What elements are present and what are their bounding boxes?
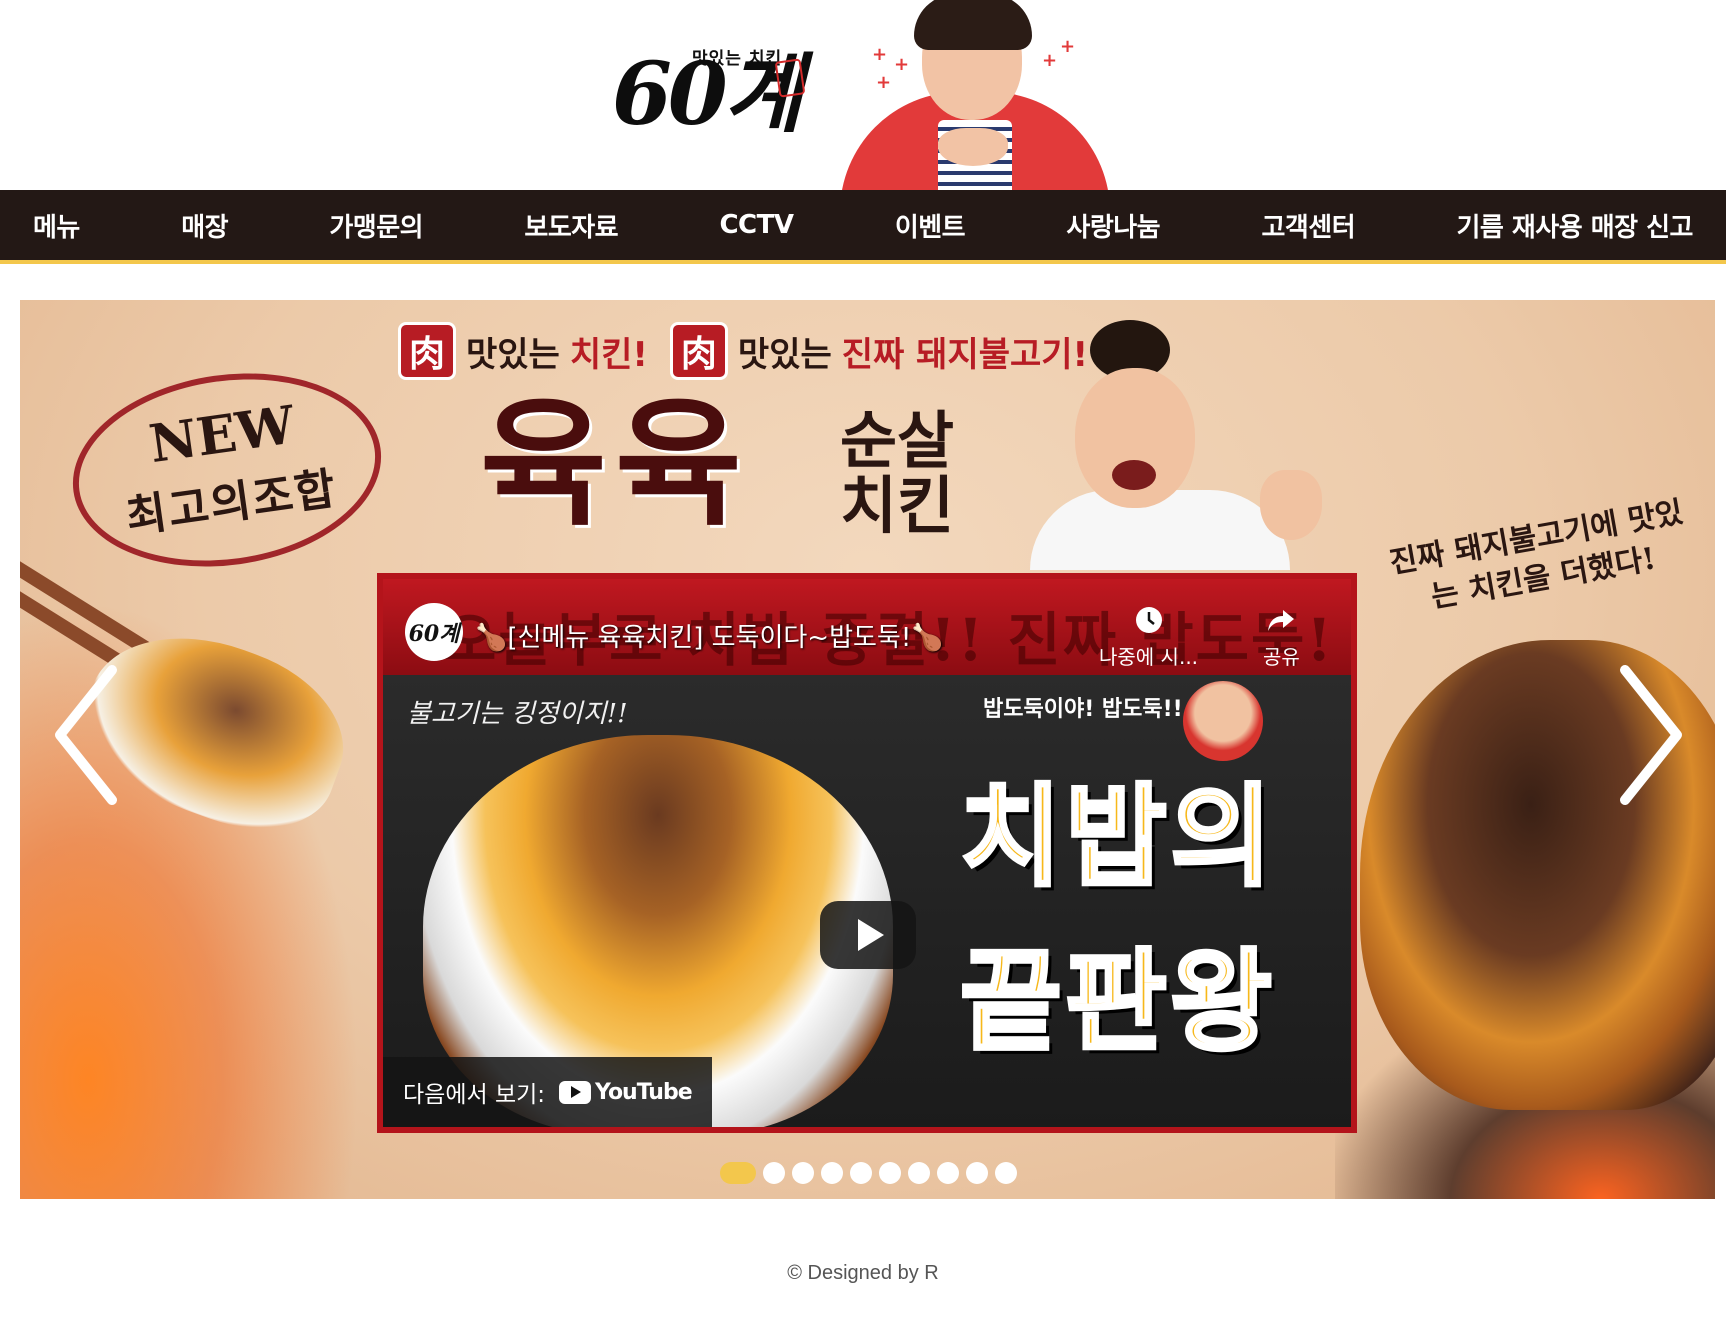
slider-dot[interactable] xyxy=(908,1162,930,1184)
slider-dot[interactable] xyxy=(763,1162,785,1184)
slider-dot[interactable] xyxy=(850,1162,872,1184)
sparkle-icon: + xyxy=(872,44,888,65)
nav-item-press[interactable]: 보도자료 xyxy=(524,207,618,244)
nav-item-sharing[interactable]: 사랑나눔 xyxy=(1066,207,1160,244)
headline-1-accent: 치킨! xyxy=(569,334,648,375)
nav-item-menu[interactable]: 메뉴 xyxy=(33,207,80,244)
youtube-logo-icon: YouTube xyxy=(559,1079,693,1105)
nav-item-cctv[interactable]: CCTV xyxy=(719,210,794,240)
sparkle-icon: + xyxy=(1042,50,1058,71)
slider-dot-active[interactable] xyxy=(720,1162,756,1184)
video-title[interactable]: 🍗[신메뉴 육육치킨] 도둑이다~밥도둑!🍗 xyxy=(475,617,944,654)
brand-logo[interactable]: 맛있는 치킨 60계 xyxy=(612,38,822,148)
slider-dot[interactable] xyxy=(821,1162,843,1184)
play-button[interactable] xyxy=(820,901,916,969)
banner-right-caption: 진짜 돼지불고기에 맛있는 치킨을 더했다! xyxy=(1387,494,1686,615)
slider-pagination xyxy=(720,1162,1017,1184)
nav-item-oil-report[interactable]: 기름 재사용 매장 신고 xyxy=(1456,207,1693,244)
share-label: 공유 xyxy=(1263,645,1300,669)
watch-on-label: 다음에서 보기: xyxy=(403,1082,546,1108)
youtube-play-icon xyxy=(559,1080,592,1104)
slider-dot[interactable] xyxy=(792,1162,814,1184)
prev-slide-arrow-icon[interactable] xyxy=(42,660,132,810)
logo-seal xyxy=(774,58,806,98)
thumb-handwrite-text: 불고기는 킹정이지!! xyxy=(407,699,628,729)
slider-dot[interactable] xyxy=(995,1162,1017,1184)
next-slide-arrow-icon[interactable] xyxy=(1605,660,1695,810)
share-button[interactable]: 공유 xyxy=(1263,605,1300,670)
mascot-heart-hands xyxy=(938,128,1008,166)
sparkle-icon: + xyxy=(1060,36,1076,57)
meat-badge-icon: 肉 xyxy=(669,322,728,380)
site-header: 맛있는 치킨 60계 + + + + + xyxy=(0,0,1726,190)
youtube-wordmark: YouTube xyxy=(595,1079,693,1105)
meat-badge-icon: 肉 xyxy=(398,322,456,380)
video-header: 오늘부로 치밥 종결!! 진짜 밥도둑! 60계 🍗[신메뉴 육육치킨] 도둑이… xyxy=(383,579,1351,675)
thumb-big-text: 치밥의 끝판왕 xyxy=(958,771,1276,1068)
nav-item-stores[interactable]: 매장 xyxy=(181,207,228,244)
channel-avatar[interactable]: 60계 xyxy=(405,603,463,661)
hero-slider: 肉 맛있는 치킨! 肉 맛있는 진짜 돼지불고기! 육육 순살 치킨 NEW 최… xyxy=(20,300,1715,1199)
nav-item-customer-center[interactable]: 고객센터 xyxy=(1261,207,1355,244)
logo-brand-text: 60계 xyxy=(612,44,803,145)
mascot-hair xyxy=(914,0,1032,50)
video-thumbnail: 불고기는 킹정이지!! 밥도둑이야! 밥도둑!! 치밥의 끝판왕 다음에서 보기… xyxy=(383,675,1351,1127)
mascot-image xyxy=(830,0,1120,190)
watch-later-label: 나중에 시... xyxy=(1099,645,1199,669)
clock-icon xyxy=(1135,607,1162,633)
banner-headline: 肉 맛있는 치킨! 肉 맛있는 진짜 돼지불고기! xyxy=(398,322,1100,380)
thumb-person-image xyxy=(1183,681,1263,761)
model-mouth xyxy=(1112,460,1156,490)
watch-on-youtube-button[interactable]: 다음에서 보기: YouTube xyxy=(383,1057,712,1127)
model-hand xyxy=(1260,470,1322,540)
main-nav: 메뉴 매장 가맹문의 보도자료 CCTV 이벤트 사랑나눔 고객센터 기름 재사… xyxy=(0,190,1726,264)
nav-item-franchise[interactable]: 가맹문의 xyxy=(329,207,423,244)
sparkle-icon: + xyxy=(894,54,910,75)
headline-2-prefix: 맛있는 xyxy=(737,334,832,375)
slider-dot[interactable] xyxy=(966,1162,988,1184)
slider-dot[interactable] xyxy=(937,1162,959,1184)
footer-credit: © Designed by R xyxy=(787,1262,939,1284)
sparkle-icon: + xyxy=(876,72,892,93)
nav-item-events[interactable]: 이벤트 xyxy=(895,207,966,244)
headline-1-prefix: 맛있는 xyxy=(466,334,560,375)
share-icon xyxy=(1268,610,1295,631)
youtube-embed[interactable]: 오늘부로 치밥 종결!! 진짜 밥도둑! 60계 🍗[신메뉴 육육치킨] 도둑이… xyxy=(377,573,1357,1133)
watch-later-button[interactable]: 나중에 시... xyxy=(1099,605,1198,670)
model-image xyxy=(1030,320,1322,570)
new-stamp: NEW 최고의조합 xyxy=(60,354,394,586)
thumb-person-label: 밥도둑이야! 밥도둑!! xyxy=(983,697,1183,722)
banner-sub-title: 순살 치킨 xyxy=(840,404,955,543)
play-icon xyxy=(858,919,884,951)
banner-big-title: 육육 xyxy=(480,382,750,545)
slider-dot[interactable] xyxy=(879,1162,901,1184)
